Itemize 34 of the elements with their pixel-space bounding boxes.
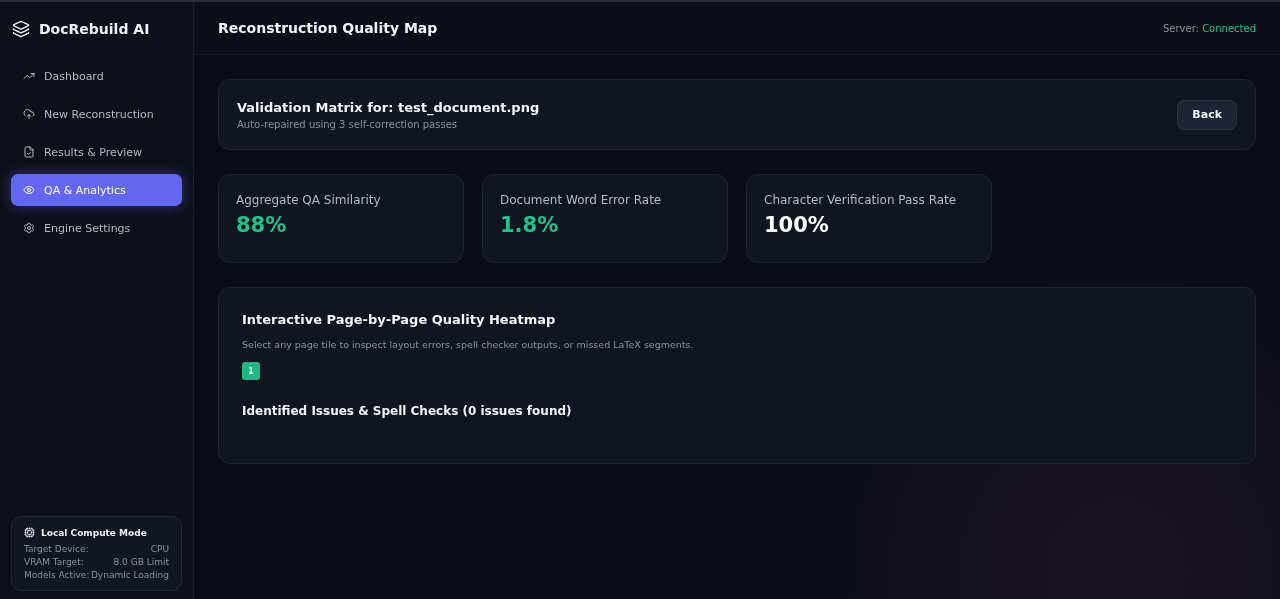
compute-value: CPU bbox=[150, 544, 169, 554]
back-button[interactable]: Back bbox=[1177, 99, 1237, 130]
metric-label: Aggregate QA Similarity bbox=[236, 193, 382, 207]
compute-value: Dynamic Loading bbox=[90, 570, 169, 580]
sidebar-item[interactable]: New Reconstruction bbox=[11, 98, 182, 130]
metric-label: Character Verification Pass Rate bbox=[764, 193, 958, 207]
app-name: DocRebuild AI bbox=[39, 21, 150, 37]
metric-value: 88% bbox=[236, 213, 288, 237]
metric-value: 1.8% bbox=[500, 213, 560, 237]
trend-icon bbox=[23, 70, 35, 82]
file-check-icon bbox=[23, 146, 35, 158]
panel-title: Local Compute Mode bbox=[41, 527, 147, 538]
sidebar-item[interactable]: Dashboard bbox=[11, 60, 182, 92]
sidebar-item[interactable]: Engine Settings bbox=[11, 212, 182, 244]
validation-subtitle: Auto-repaired using 3 self-correction passes bbox=[237, 118, 459, 130]
metric-label: Document Word Error Rate bbox=[500, 193, 663, 207]
settings-icon bbox=[23, 222, 35, 234]
metric-value: 100% bbox=[764, 213, 830, 237]
sidebar-item[interactable]: QA & Analytics bbox=[11, 174, 182, 206]
page-title: Reconstruction Quality Map bbox=[218, 20, 438, 36]
compute-label: Models Active: bbox=[24, 570, 90, 580]
compute-value: 8.0 GB Limit bbox=[113, 557, 169, 567]
sidebar-item[interactable]: Results & Preview bbox=[11, 136, 182, 168]
compute-label: VRAM Target: bbox=[24, 557, 84, 567]
layers-icon bbox=[12, 20, 30, 38]
heatmap-description: Select any page tile to inspect layout errors, spell checker outputs, or missed LaTeX segments. bbox=[242, 339, 695, 350]
issues-title: Identified Issues & Spell Checks (0 issues found) bbox=[242, 404, 573, 418]
eye-icon bbox=[23, 184, 35, 196]
cloud-upload-icon bbox=[23, 108, 35, 120]
validation-title: Validation Matrix for: test_document.png bbox=[237, 99, 540, 115]
cpu-icon bbox=[24, 527, 35, 538]
compute-label: Target Device: bbox=[24, 544, 89, 554]
server-status: Server: Connected bbox=[1162, 22, 1256, 34]
heatmap-title: Interactive Page-by-Page Quality Heatmap bbox=[242, 312, 557, 327]
